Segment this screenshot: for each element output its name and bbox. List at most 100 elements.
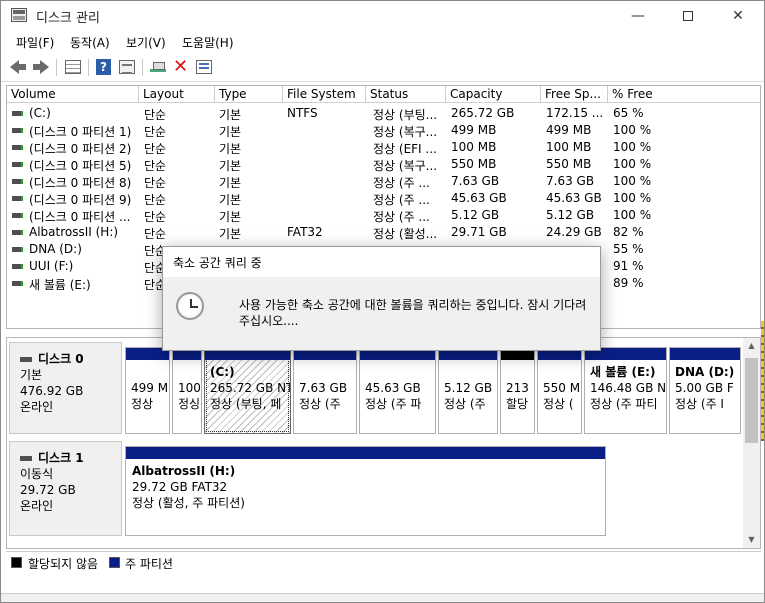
column-header-layout[interactable]: Layout (139, 86, 215, 103)
minimize-button[interactable]: — (615, 1, 661, 31)
volume-icon (12, 162, 23, 167)
partition-status: 정상 (주 파티 (590, 397, 658, 411)
partition-status: 정상 (부팅, 페 (210, 397, 282, 411)
menu-view[interactable]: 보기(V) (126, 34, 166, 51)
table-row[interactable]: (디스크 0 파티션 8) 단순 기본 정상 (주 ... 7.63 GB 7.63 GB… (7, 173, 760, 190)
partition-3[interactable]: 7.63 GB 정상 (주 (293, 347, 357, 434)
partition-status: 정상 (주 (444, 397, 486, 411)
scroll-thumb[interactable] (745, 358, 758, 443)
disk-1-label[interactable]: 디스크 1 이동식 29.72 GB 온라인 (9, 441, 122, 536)
delete-icon: ✕ (173, 56, 189, 77)
menu-file[interactable]: 파일(F) (16, 34, 54, 51)
menu-action[interactable]: 동작(A) (70, 34, 110, 51)
primary-partition-bar (126, 447, 605, 459)
partition-size: 213 (506, 381, 529, 395)
cell-layout: 단순 (144, 227, 167, 241)
cell-capacity: 550 MB (451, 157, 497, 171)
clock-icon (176, 292, 204, 320)
dialog-message: 사용 가능한 축소 공간에 대한 볼륨을 쿼리하는 중입니다. 잠시 기다려 주… (239, 298, 587, 328)
properties-button[interactable] (117, 58, 137, 76)
cell-layout: 단순 (144, 210, 167, 224)
partition-text: 213 할당 (506, 380, 529, 412)
partition-status: 정상 (주 파 (365, 397, 422, 411)
cell-layout: 단순 (144, 159, 167, 173)
scroll-down-icon[interactable]: ▼ (743, 532, 760, 548)
table-row[interactable]: (C:) 단순 기본 NTFS 정상 (부팅... 265.72 GB 172.15 ...… (7, 105, 760, 122)
connect-disk-button[interactable] (148, 58, 168, 76)
cell-status: 정상 (주 ... (373, 210, 430, 224)
cell-status: 정상 (EFI ... (373, 142, 437, 156)
partition-size: 45.63 GB (365, 381, 421, 395)
back-icon (10, 60, 26, 74)
partition-name: AlbatrossII (H:) (132, 464, 236, 478)
cell-pct: 82 % (613, 225, 644, 239)
toolbar: ? ✕ (1, 54, 764, 82)
partition-7[interactable]: 550 M 정상 ( (537, 347, 582, 434)
disk-management-icon (11, 8, 27, 22)
toolbar-separator (142, 59, 143, 76)
cell-type: 기본 (219, 108, 242, 122)
table-row[interactable]: AlbatrossII (H:) 단순 기본 FAT32 정상 (활성... 29.71 … (7, 224, 760, 241)
partition-status: 정싱 (178, 397, 201, 411)
column-header-free-space[interactable]: Free Sp... (541, 86, 608, 103)
cell-layout: 단순 (144, 125, 167, 139)
partition-9[interactable]: DNA (D:) 5.00 GB F 정상 (주 I (669, 347, 741, 434)
cell-free: 550 MB (546, 157, 592, 171)
delete-button[interactable]: ✕ (171, 56, 191, 77)
disk-management-window: 디스크 관리 — ✕ 파일(F) 동작(A) 보기(V) 도움말(H) ? ✕ … (0, 0, 765, 603)
table-row[interactable]: (디스크 0 파티션 5) 단순 기본 정상 (복구... 550 MB 550 MB 10… (7, 156, 760, 173)
cell-volume: (디스크 0 파티션 2) (29, 142, 132, 156)
partition-4[interactable]: 45.63 GB 정상 (주 파 (359, 347, 436, 434)
volume-icon (12, 179, 23, 184)
column-header-type[interactable]: Type (215, 86, 283, 103)
table-row[interactable]: (디스크 0 파티션 2) 단순 기본 정상 (EFI ... 100 MB 100 MB… (7, 139, 760, 156)
disk-list-button[interactable] (63, 58, 83, 76)
primary-partition-bar (670, 348, 740, 360)
partition-text: DNA (D:) 5.00 GB F 정상 (주 I (675, 364, 734, 412)
column-header-file-system[interactable]: File System (283, 86, 366, 103)
partition-size: 100 (178, 381, 201, 395)
column-header-status[interactable]: Status (366, 86, 446, 103)
cell-capacity: 100 MB (451, 140, 497, 154)
disk-icon (20, 357, 32, 362)
cell-layout: 단순 (144, 193, 167, 207)
maximize-button[interactable] (665, 1, 711, 31)
forward-button[interactable] (31, 58, 51, 76)
disk-0-label[interactable]: 디스크 0 기본 476.92 GB 온라인 (9, 342, 122, 434)
partition-6[interactable]: 213 할당 (500, 347, 535, 434)
legend: 할당되지 않음 주 파티션 (6, 551, 761, 571)
column-header-volume[interactable]: Volume (7, 86, 139, 103)
table-row[interactable]: (디스크 0 파티션 9) 단순 기본 정상 (주 ... 45.63 GB 45.63 … (7, 190, 760, 207)
partition-text: 499 M 정상 (131, 380, 168, 412)
partition-status: 정상 (주 I (675, 397, 724, 411)
table-row[interactable]: (디스크 0 파티션 ... 단순 기본 정상 (주 ... 5.12 GB 5.12 G… (7, 207, 760, 224)
unallocated-legend-swatch (11, 557, 22, 568)
partition-2[interactable]: (C:) 265.72 GB NT 정상 (부팅, 페 (204, 347, 291, 434)
disk-state: 온라인 (20, 499, 54, 513)
back-button[interactable] (9, 58, 29, 76)
primary-legend-label: 주 파티션 (125, 557, 173, 571)
cell-layout: 단순 (144, 142, 167, 156)
column-header-percent-free[interactable]: % Free (608, 86, 760, 103)
partition-albatross[interactable]: AlbatrossII (H:) 29.72 GB FAT32 정상 (활성, … (125, 446, 606, 536)
cell-fs: FAT32 (287, 225, 323, 239)
partition-8[interactable]: 새 볼륨 (E:) 146.48 GB N 정상 (주 파티 (584, 347, 667, 434)
cell-volume: (디스크 0 파티션 8) (29, 176, 132, 190)
cell-free: 172.15 ... (546, 106, 604, 120)
partition-5[interactable]: 5.12 GB 정상 (주 (438, 347, 498, 434)
menu-help[interactable]: 도움말(H) (182, 34, 234, 51)
cell-pct: 100 % (613, 174, 652, 188)
help-button[interactable]: ? (94, 58, 114, 76)
close-button[interactable]: ✕ (715, 1, 761, 31)
vertical-scrollbar[interactable]: ▲ ▼ (743, 338, 760, 548)
forward-icon (33, 60, 49, 74)
table-row[interactable]: (디스크 0 파티션 1) 단순 기본 정상 (복구... 499 MB 499 MB 10… (7, 122, 760, 139)
partition-0[interactable]: 499 M 정상 (125, 347, 170, 434)
partition-text: (C:) 265.72 GB NT 정상 (부팅, 페 (210, 364, 290, 412)
partition-status: 할당 (506, 397, 529, 411)
column-header-capacity[interactable]: Capacity (446, 86, 541, 103)
partition-1[interactable]: 100 정싱 (172, 347, 202, 434)
scroll-up-icon[interactable]: ▲ (743, 338, 760, 354)
view-button[interactable] (194, 58, 214, 76)
cell-type: 기본 (219, 193, 242, 207)
